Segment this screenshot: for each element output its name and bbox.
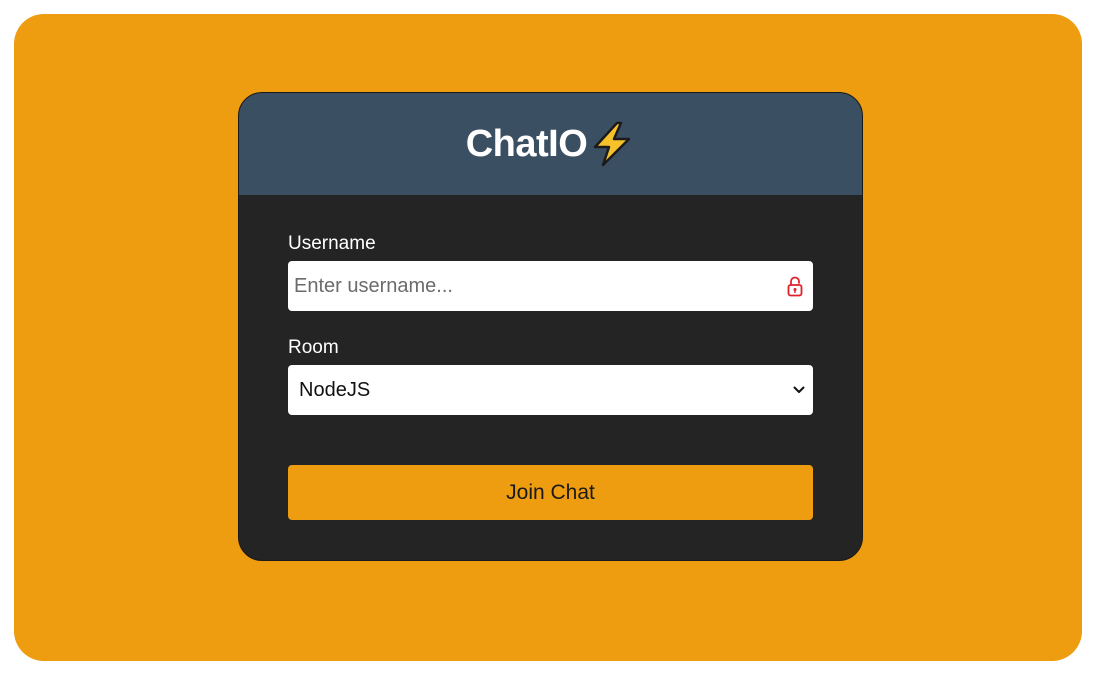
title-wrap: ChatIO bbox=[466, 121, 636, 167]
username-field bbox=[288, 261, 813, 311]
lock-icon[interactable] bbox=[787, 275, 803, 297]
lightning-bolt-icon bbox=[594, 121, 631, 167]
card-header: ChatIO bbox=[239, 93, 862, 195]
username-label: Username bbox=[288, 233, 376, 254]
page-background: ChatIO Username Enter username... Room N… bbox=[14, 14, 1082, 661]
join-card: ChatIO Username Enter username... Room N… bbox=[238, 92, 863, 561]
join-chat-button[interactable]: Join Chat bbox=[288, 465, 813, 520]
room-select-value: NodeJS bbox=[299, 378, 371, 401]
form: Username Room NodeJS bbox=[239, 195, 862, 520]
room-group: Room NodeJS bbox=[288, 337, 813, 415]
username-input[interactable] bbox=[288, 262, 764, 310]
app-title: ChatIO bbox=[465, 122, 588, 165]
room-label: Room bbox=[288, 337, 339, 358]
username-group: Username bbox=[288, 233, 813, 311]
chevron-down-icon bbox=[793, 386, 805, 393]
room-select[interactable]: NodeJS bbox=[288, 365, 813, 415]
